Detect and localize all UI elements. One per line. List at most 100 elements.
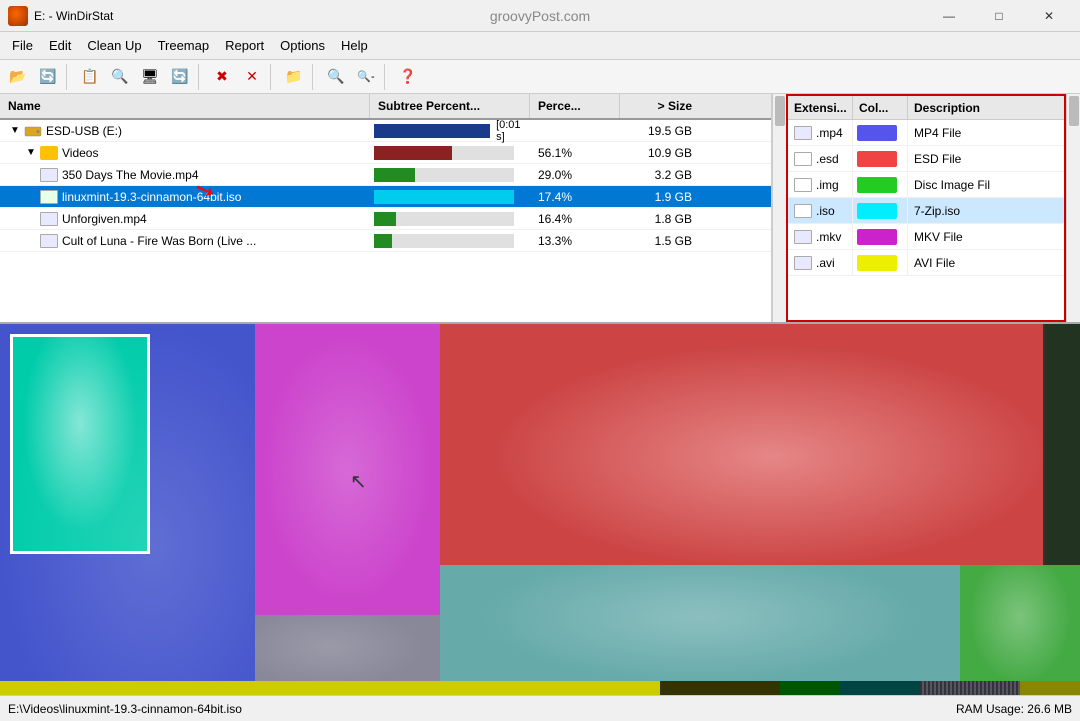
col-subtree-header[interactable]: Subtree Percent... bbox=[370, 94, 530, 118]
tree-row-selected[interactable]: linuxmint-19.3-cinnamon-64bit.iso 17.4% … bbox=[0, 186, 771, 208]
file-type-icon bbox=[794, 178, 812, 192]
menu-treemap[interactable]: Treemap bbox=[150, 34, 218, 57]
expand-icon[interactable]: ▼ bbox=[8, 124, 22, 138]
row-label: Cult of Luna - Fire Was Born (Live ... bbox=[62, 234, 256, 248]
file-type-icon bbox=[794, 256, 812, 270]
leg-desc: 7-Zip.iso bbox=[908, 198, 1064, 223]
menu-cleanup[interactable]: Clean Up bbox=[79, 34, 149, 57]
tm-green-section bbox=[960, 565, 1080, 695]
file-type-icon bbox=[794, 230, 812, 244]
ext-label: .esd bbox=[816, 152, 839, 166]
status-path: E:\Videos\linuxmint-19.3-cinnamon-64bit.… bbox=[8, 702, 242, 716]
legend-row[interactable]: .img Disc Image Fil bbox=[788, 172, 1064, 198]
menu-report[interactable]: Report bbox=[217, 34, 272, 57]
treemap-area[interactable]: ↖ bbox=[0, 324, 1080, 695]
tb-zoom-in[interactable]: 🔍 bbox=[322, 64, 350, 90]
ext-label: .mp4 bbox=[816, 126, 843, 140]
row-subtree bbox=[370, 186, 530, 207]
legend-row[interactable]: .esd ESD File bbox=[788, 146, 1064, 172]
bar-fill bbox=[374, 124, 490, 138]
tb-sep4 bbox=[312, 64, 318, 90]
menu-edit[interactable]: Edit bbox=[41, 34, 79, 57]
row-label: linuxmint-19.3-cinnamon-64bit.iso bbox=[62, 190, 241, 204]
menu-help[interactable]: Help bbox=[333, 34, 376, 57]
row-label: ESD-USB (E:) bbox=[46, 124, 122, 138]
row-subtree bbox=[370, 164, 530, 185]
tm-right-bottom bbox=[440, 565, 1080, 695]
leg-col bbox=[853, 146, 908, 171]
tb-delete[interactable]: ✕ bbox=[238, 64, 266, 90]
file-icon bbox=[40, 234, 58, 248]
strip-bright bbox=[1020, 681, 1080, 695]
row-subtree: [0:01 s] bbox=[370, 120, 530, 141]
row-perce: 29.0% bbox=[530, 164, 620, 185]
tb-find[interactable]: 🔍 bbox=[106, 64, 134, 90]
tm-dark-strip bbox=[1045, 324, 1080, 565]
tm-iso-block bbox=[10, 334, 150, 554]
col-name-header[interactable]: Name bbox=[0, 94, 370, 118]
menu-file[interactable]: File bbox=[4, 34, 41, 57]
tb-reload[interactable]: 🔄 bbox=[166, 64, 194, 90]
tb-refresh[interactable]: 🔄 bbox=[34, 64, 62, 90]
leg-col-header[interactable]: Col... bbox=[853, 96, 908, 119]
row-subtree bbox=[370, 142, 530, 163]
tb-sep5 bbox=[384, 64, 390, 90]
menu-bar: File Edit Clean Up Treemap Report Option… bbox=[0, 32, 1080, 60]
main-area: ➘ Name Subtree Percent... Perce... > Siz… bbox=[0, 94, 1080, 695]
legend-row[interactable]: .avi AVI File bbox=[788, 250, 1064, 276]
bar-fill bbox=[374, 212, 396, 226]
ext-label: .avi bbox=[816, 256, 835, 270]
subtree-bar bbox=[374, 234, 514, 248]
tree-row[interactable]: ▼ ESD-USB (E:) [0:01 s] bbox=[0, 120, 771, 142]
file-tree: ➘ Name Subtree Percent... Perce... > Siz… bbox=[0, 94, 772, 322]
watermark: groovyPost.com bbox=[490, 8, 590, 24]
legend-row-selected[interactable]: .iso 7-Zip.iso bbox=[788, 198, 1064, 224]
bar-fill bbox=[374, 168, 415, 182]
col-perce-header[interactable]: Perce... bbox=[530, 94, 620, 118]
tm-blue-section bbox=[0, 324, 255, 695]
tm-teal-section bbox=[440, 565, 960, 695]
tb-zoom-out[interactable]: 🔍- bbox=[352, 64, 380, 90]
app-icon bbox=[8, 6, 28, 26]
row-perce: 17.4% bbox=[530, 186, 620, 207]
window-title: E: - WinDirStat bbox=[34, 9, 113, 23]
leg-desc: AVI File bbox=[908, 250, 1064, 275]
minimize-button[interactable]: — bbox=[926, 0, 972, 32]
bar-fill bbox=[374, 146, 452, 160]
tb-open[interactable]: 📂 bbox=[4, 64, 32, 90]
leg-col bbox=[853, 120, 908, 145]
tb-stop[interactable]: ✖ bbox=[208, 64, 236, 90]
color-swatch bbox=[857, 255, 897, 271]
legend-scrollbar[interactable] bbox=[1066, 94, 1080, 322]
tb-copy[interactable]: 📋 bbox=[76, 64, 104, 90]
tree-scrollbar[interactable] bbox=[772, 94, 786, 322]
tb-help[interactable]: ❓ bbox=[394, 64, 422, 90]
tree-row[interactable]: ▼ Videos 56.1% 10.9 GB bbox=[0, 142, 771, 164]
strip-pattern bbox=[920, 681, 1020, 695]
col-size-header[interactable]: > Size bbox=[620, 94, 700, 118]
tree-row[interactable]: 350 Days The Movie.mp4 29.0% 3.2 GB bbox=[0, 164, 771, 186]
file-icon bbox=[40, 212, 58, 226]
ext-label: .mkv bbox=[816, 230, 841, 244]
leg-desc-header[interactable]: Description bbox=[908, 96, 1064, 119]
expand-icon[interactable]: ▼ bbox=[24, 146, 38, 160]
leg-ext-header[interactable]: Extensi... bbox=[788, 96, 853, 119]
leg-ext: .esd bbox=[788, 146, 853, 171]
tree-row[interactable]: Unforgiven.mp4 16.4% 1.8 GB bbox=[0, 208, 771, 230]
tb-screen[interactable]: 🖥 bbox=[136, 64, 164, 90]
menu-options[interactable]: Options bbox=[272, 34, 333, 57]
tb-folder-new[interactable]: 📁 bbox=[280, 64, 308, 90]
scroll-thumb bbox=[775, 96, 785, 126]
tm-right-top bbox=[440, 324, 1080, 565]
tree-row[interactable]: Cult of Luna - Fire Was Born (Live ... 1… bbox=[0, 230, 771, 252]
close-button[interactable]: ✕ bbox=[1026, 0, 1072, 32]
row-subtree bbox=[370, 230, 530, 251]
folder-icon bbox=[40, 146, 58, 160]
tree-header: Name Subtree Percent... Perce... > Size bbox=[0, 94, 771, 120]
treemap-visualization bbox=[0, 324, 1080, 695]
legend-row[interactable]: .mp4 MP4 File bbox=[788, 120, 1064, 146]
scroll-thumb bbox=[1069, 96, 1079, 126]
maximize-button[interactable]: □ bbox=[976, 0, 1022, 32]
row-perce: 56.1% bbox=[530, 142, 620, 163]
legend-row[interactable]: .mkv MKV File bbox=[788, 224, 1064, 250]
